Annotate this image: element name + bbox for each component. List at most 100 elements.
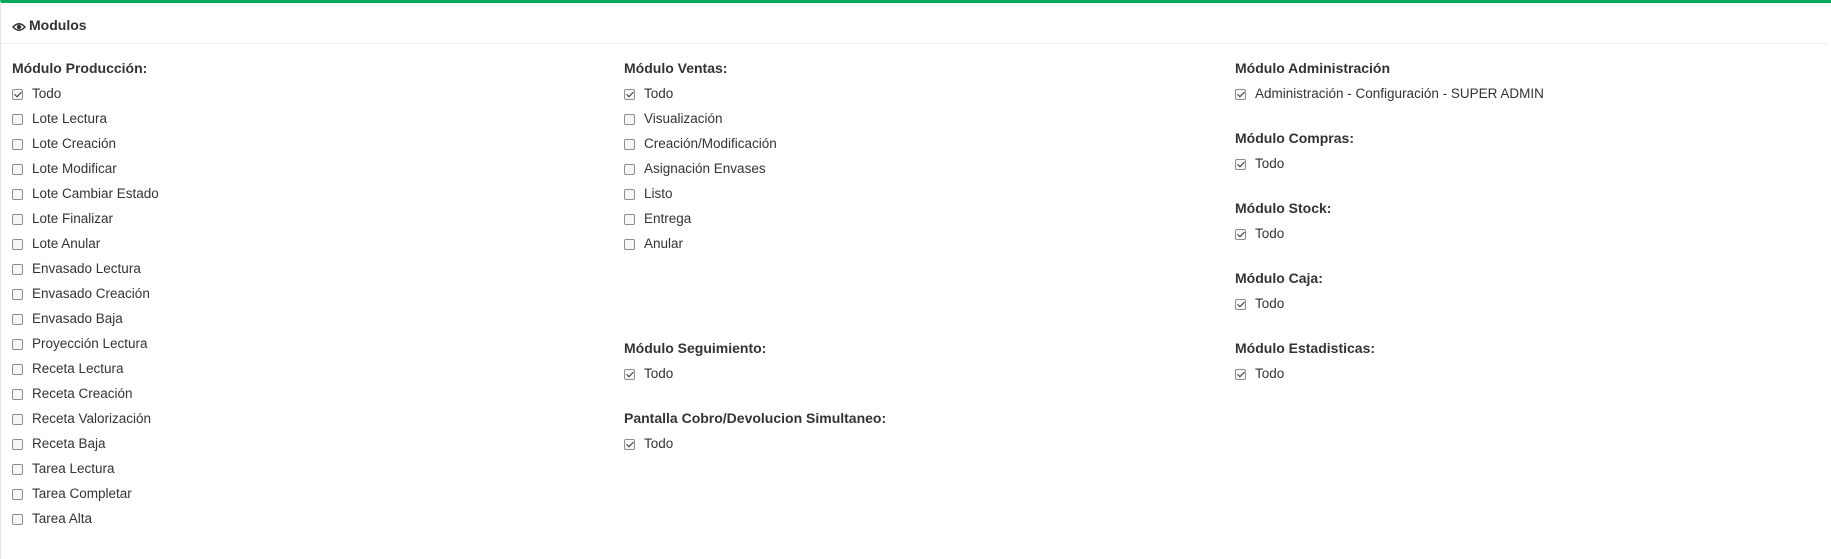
permission-option[interactable]: Todo [1235,155,1284,173]
permission-label: Tarea Lectura [32,461,115,476]
permission-label: Envasado Baja [32,311,123,326]
permission-option[interactable]: Todo [624,435,673,453]
permission-checkbox[interactable] [624,88,635,100]
permission-option[interactable]: Receta Creación [12,385,133,403]
permission-label: Lote Cambiar Estado [32,186,159,201]
permission-option[interactable]: Todo [1235,225,1284,243]
permission-label: Creación/Modificación [644,136,777,151]
permission-option[interactable]: Receta Lectura [12,360,124,378]
permission-checkbox[interactable] [624,238,635,250]
section-title: Módulo Producción: [12,60,148,76]
permission-checkbox[interactable] [12,413,23,425]
permission-option[interactable]: Asignación Envases [624,160,766,178]
permission-checkbox[interactable] [624,138,635,150]
permission-checkbox[interactable] [1235,368,1246,380]
permission-checkbox[interactable] [12,513,23,525]
permission-checkbox[interactable] [624,188,635,200]
permission-checkbox[interactable] [12,388,23,400]
permission-label: Anular [644,236,684,251]
permission-label: Envasado Lectura [32,261,141,276]
permission-option[interactable]: Receta Baja [12,435,106,453]
permission-checkbox[interactable] [624,368,635,380]
permission-option[interactable]: Todo [1235,295,1284,313]
permission-checkbox[interactable] [12,288,23,300]
permission-option[interactable]: Todo [624,365,673,383]
permission-checkbox[interactable] [12,213,23,225]
permission-label: Lote Finalizar [32,211,114,226]
permission-option[interactable]: Envasado Creación [12,285,150,303]
permission-option[interactable]: Creación/Modificación [624,135,777,153]
permission-checkbox[interactable] [624,213,635,225]
permission-label: Todo [1255,296,1285,311]
permission-checkbox[interactable] [12,188,23,200]
permission-label: Tarea Completar [32,486,132,501]
permission-option[interactable]: Receta Valorización [12,410,151,428]
permission-label: Todo [644,86,674,101]
permission-option[interactable]: Tarea Completar [12,485,132,503]
section-title: Módulo Caja: [1235,270,1323,286]
permission-checkbox[interactable] [12,263,23,275]
permission-checkbox[interactable] [12,338,23,350]
permission-checkbox[interactable] [12,88,23,100]
permission-option[interactable]: Lote Lectura [12,110,107,128]
permission-option[interactable]: Proyección Lectura [12,335,148,353]
panel-title: Modulos [29,17,87,33]
permission-option[interactable]: Envasado Lectura [12,260,141,278]
permission-label: Lote Lectura [32,111,108,126]
permission-label: Todo [1255,156,1285,171]
permission-option[interactable]: Tarea Alta [12,510,92,528]
permission-option[interactable]: Lote Anular [12,235,100,253]
permission-option[interactable]: Lote Finalizar [12,210,113,228]
permission-checkbox[interactable] [1235,158,1246,170]
permission-checkbox[interactable] [1235,228,1246,240]
permission-option[interactable]: Tarea Lectura [12,460,115,478]
section-title: Módulo Administración [1235,60,1391,76]
permission-checkbox[interactable] [1235,88,1246,100]
permission-checkbox[interactable] [12,463,23,475]
permission-checkbox[interactable] [1235,298,1246,310]
permission-option[interactable]: Lote Creación [12,135,116,153]
permission-option[interactable]: Administración - Configuración - SUPER A… [1235,85,1544,103]
section-title: Módulo Compras: [1235,130,1354,146]
permission-checkbox[interactable] [12,488,23,500]
permission-label: Tarea Alta [32,511,93,526]
permission-checkbox[interactable] [12,163,23,175]
permission-checkbox[interactable] [12,313,23,325]
permission-label: Todo [32,86,62,101]
section-title: Módulo Ventas: [624,60,728,76]
permission-label: Todo [1255,226,1285,241]
permission-option[interactable]: Envasado Baja [12,310,123,328]
permission-checkbox[interactable] [12,238,23,250]
section-title: Módulo Estadisticas: [1235,340,1376,356]
permission-checkbox[interactable] [624,113,635,125]
permission-checkbox[interactable] [624,163,635,175]
eye-icon [12,19,26,31]
modulos-panel: Modulos Módulo Producción: Todo Lote Lectu… [0,0,1831,559]
permission-option[interactable]: Lote Cambiar Estado [12,185,159,203]
permission-label: Receta Baja [32,436,106,451]
permission-option[interactable]: Listo [624,185,673,203]
permission-checkbox[interactable] [12,363,23,375]
permission-checkbox[interactable] [12,138,23,150]
permission-option[interactable]: Entrega [624,210,691,228]
permission-option[interactable]: Todo [624,85,673,103]
permission-label: Receta Valorización [32,411,152,426]
permission-option[interactable]: Todo [12,85,61,103]
permission-label: Asignación Envases [644,161,766,176]
permission-label: Todo [644,436,674,451]
permission-label: Entrega [644,211,692,226]
permission-label: Todo [1255,366,1285,381]
permission-label: Lote Modificar [32,161,117,176]
permission-label: Listo [644,186,673,201]
permission-option[interactable]: Todo [1235,365,1284,383]
permission-checkbox[interactable] [12,113,23,125]
permission-label: Proyección Lectura [32,336,148,351]
permission-checkbox[interactable] [12,438,23,450]
permission-checkbox[interactable] [624,438,635,450]
section-title: Pantalla Cobro/Devolucion Simultaneo: [624,410,887,426]
permission-option[interactable]: Visualización [624,110,723,128]
permission-option[interactable]: Anular [624,235,683,253]
permission-label: Visualización [644,111,723,126]
panel-header: Modulos [1,3,1829,44]
permission-option[interactable]: Lote Modificar [12,160,117,178]
